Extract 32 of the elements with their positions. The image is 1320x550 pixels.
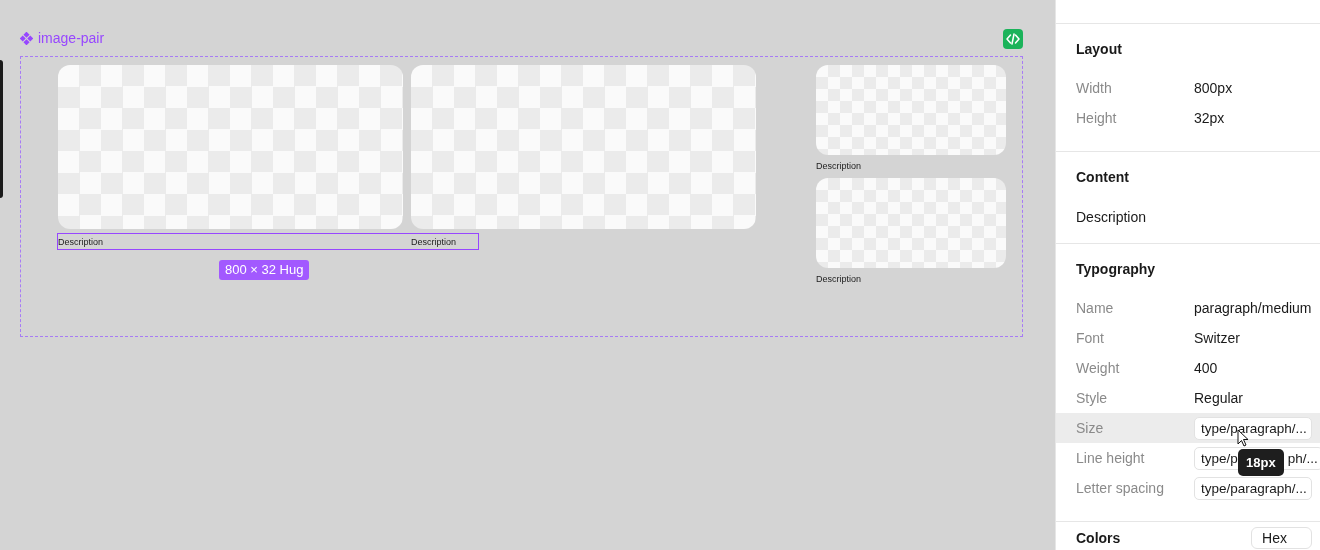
property-label: Line height <box>1076 450 1146 466</box>
section-title: Typography <box>1076 261 1157 278</box>
property-label: Letter spacing <box>1076 480 1165 496</box>
property-label: Font <box>1076 330 1105 346</box>
property-value: 800px <box>1194 80 1233 96</box>
property-label: Width <box>1076 80 1113 96</box>
token-field[interactable]: type/paragraph/... <box>1194 416 1312 440</box>
section-title: Colors <box>1076 529 1121 547</box>
image-caption: Description <box>411 237 457 248</box>
property-label: Size <box>1076 420 1105 436</box>
section-title: Layout <box>1076 41 1123 58</box>
image-caption: Description <box>816 274 862 285</box>
component-icon <box>20 31 33 45</box>
property-label: Style <box>1076 390 1109 406</box>
property-value: Regular <box>1194 390 1244 406</box>
property-value: 400 <box>1194 360 1218 376</box>
component-name: image-pair <box>38 30 105 46</box>
content-text: Description <box>1076 209 1148 225</box>
property-label: Height <box>1076 110 1118 126</box>
code-button[interactable] <box>1003 29 1023 49</box>
section-title: Content <box>1076 169 1130 186</box>
token-field[interactable]: type/paragraph/... <box>1194 476 1312 500</box>
property-label: Weight <box>1076 360 1121 376</box>
property-value: 32px <box>1194 110 1225 126</box>
format-dropdown[interactable]: Hex <box>1251 527 1312 549</box>
property-label: Name <box>1076 300 1115 316</box>
property-value: paragraph/medium <box>1194 300 1312 316</box>
tooltip: 18px <box>1238 449 1284 476</box>
image-caption: Description <box>58 237 104 248</box>
size-badge: 800 × 32 Hug <box>219 260 310 280</box>
image-caption: Description <box>816 161 862 172</box>
property-value: Switzer <box>1194 330 1240 346</box>
